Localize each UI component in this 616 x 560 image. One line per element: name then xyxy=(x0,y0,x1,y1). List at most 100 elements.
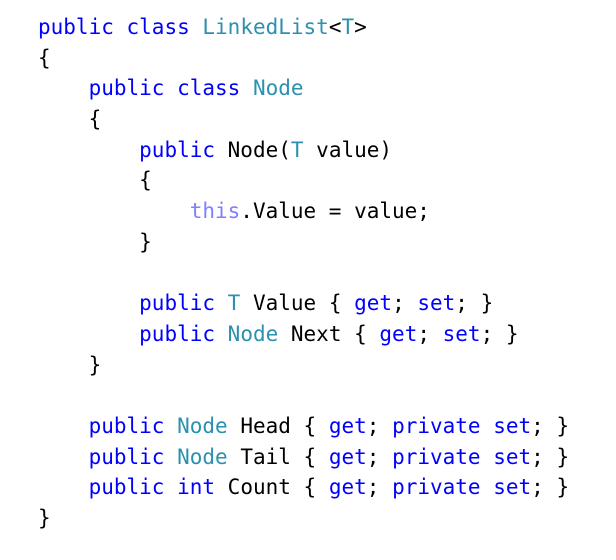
code-token: .Value = value; xyxy=(240,199,430,224)
code-token: Node( xyxy=(215,137,291,162)
code-line[interactable]: public class Node xyxy=(38,73,608,104)
code-token: ; } xyxy=(480,321,519,346)
code-token: get xyxy=(379,321,418,346)
code-token: Node xyxy=(177,444,228,469)
code-token: Node xyxy=(177,413,228,438)
code-token: int xyxy=(177,475,216,500)
code-token: > xyxy=(354,15,367,39)
code-token: } xyxy=(139,229,152,254)
code-token: ; xyxy=(366,413,393,438)
code-token: Node xyxy=(252,76,304,101)
code-token: { xyxy=(38,45,51,70)
code-token: T xyxy=(341,15,355,39)
code-line[interactable]: public class LinkedList<T> xyxy=(38,12,608,43)
code-token: get xyxy=(328,475,367,500)
code-line[interactable]: public int Count { get; private set; } xyxy=(38,472,608,503)
code-token: this xyxy=(189,199,241,224)
code-token: public xyxy=(139,321,216,346)
code-token: ; } xyxy=(531,413,570,438)
code-line[interactable] xyxy=(38,380,608,411)
code-line[interactable]: public Node Tail { get; private set; } xyxy=(38,442,608,473)
code-token: class xyxy=(126,15,190,39)
code-token: value) xyxy=(303,137,393,162)
code-token: set xyxy=(493,475,532,500)
code-line[interactable]: } xyxy=(38,227,608,258)
code-token: ; xyxy=(417,321,443,346)
code-token: get xyxy=(328,413,367,438)
code-token: } xyxy=(88,352,102,377)
code-token: ; xyxy=(366,475,393,500)
code-token: Next { xyxy=(278,321,380,346)
code-token: set xyxy=(493,444,532,469)
code-token: public xyxy=(88,413,165,438)
code-token: { xyxy=(88,107,102,132)
code-line[interactable]: public Node Head { get; private set; } xyxy=(38,411,608,442)
code-token: { xyxy=(139,168,152,193)
code-token: set xyxy=(417,291,456,316)
code-token: set xyxy=(493,413,532,438)
code-token: T xyxy=(227,291,241,316)
code-token: public xyxy=(139,137,216,162)
code-token: < xyxy=(328,15,342,39)
code-token: Node xyxy=(227,321,279,346)
code-line[interactable]: this.Value = value; xyxy=(38,196,608,227)
code-line[interactable]: public Node(T value) xyxy=(38,135,608,166)
code-token: class xyxy=(177,76,241,101)
code-token: Count { xyxy=(215,475,329,500)
code-line[interactable]: } xyxy=(38,350,608,381)
code-token: public xyxy=(38,15,114,39)
code-token: private xyxy=(392,475,481,500)
code-line[interactable]: { xyxy=(38,165,608,196)
code-token: } xyxy=(38,506,51,530)
code-token: ; } xyxy=(531,475,570,500)
code-line[interactable]: } xyxy=(38,503,608,534)
code-line[interactable]: public T Value { get; set; } xyxy=(38,288,608,319)
code-token: T xyxy=(290,137,304,162)
code-token: ; xyxy=(392,291,418,316)
code-token: Head { xyxy=(227,413,329,438)
code-token: Tail { xyxy=(227,444,329,469)
code-line[interactable]: { xyxy=(38,43,608,74)
code-line[interactable] xyxy=(38,258,608,289)
code-token: public xyxy=(88,475,165,500)
code-token: LinkedList xyxy=(202,15,329,39)
code-line[interactable]: { xyxy=(38,104,608,135)
code-editor[interactable]: public class LinkedList<T>{ public class… xyxy=(38,12,608,534)
code-token: public xyxy=(88,444,165,469)
code-token: get xyxy=(354,291,393,316)
code-token: set xyxy=(442,321,481,346)
code-token: ; xyxy=(366,444,393,469)
code-token: ; } xyxy=(531,444,570,469)
code-token: get xyxy=(328,444,367,469)
code-line[interactable]: public Node Next { get; set; } xyxy=(38,319,608,350)
code-token: private xyxy=(392,413,481,438)
code-token: ; } xyxy=(455,291,494,316)
code-token: Value { xyxy=(240,291,355,316)
code-token: private xyxy=(392,444,481,469)
code-token: public xyxy=(139,291,216,316)
